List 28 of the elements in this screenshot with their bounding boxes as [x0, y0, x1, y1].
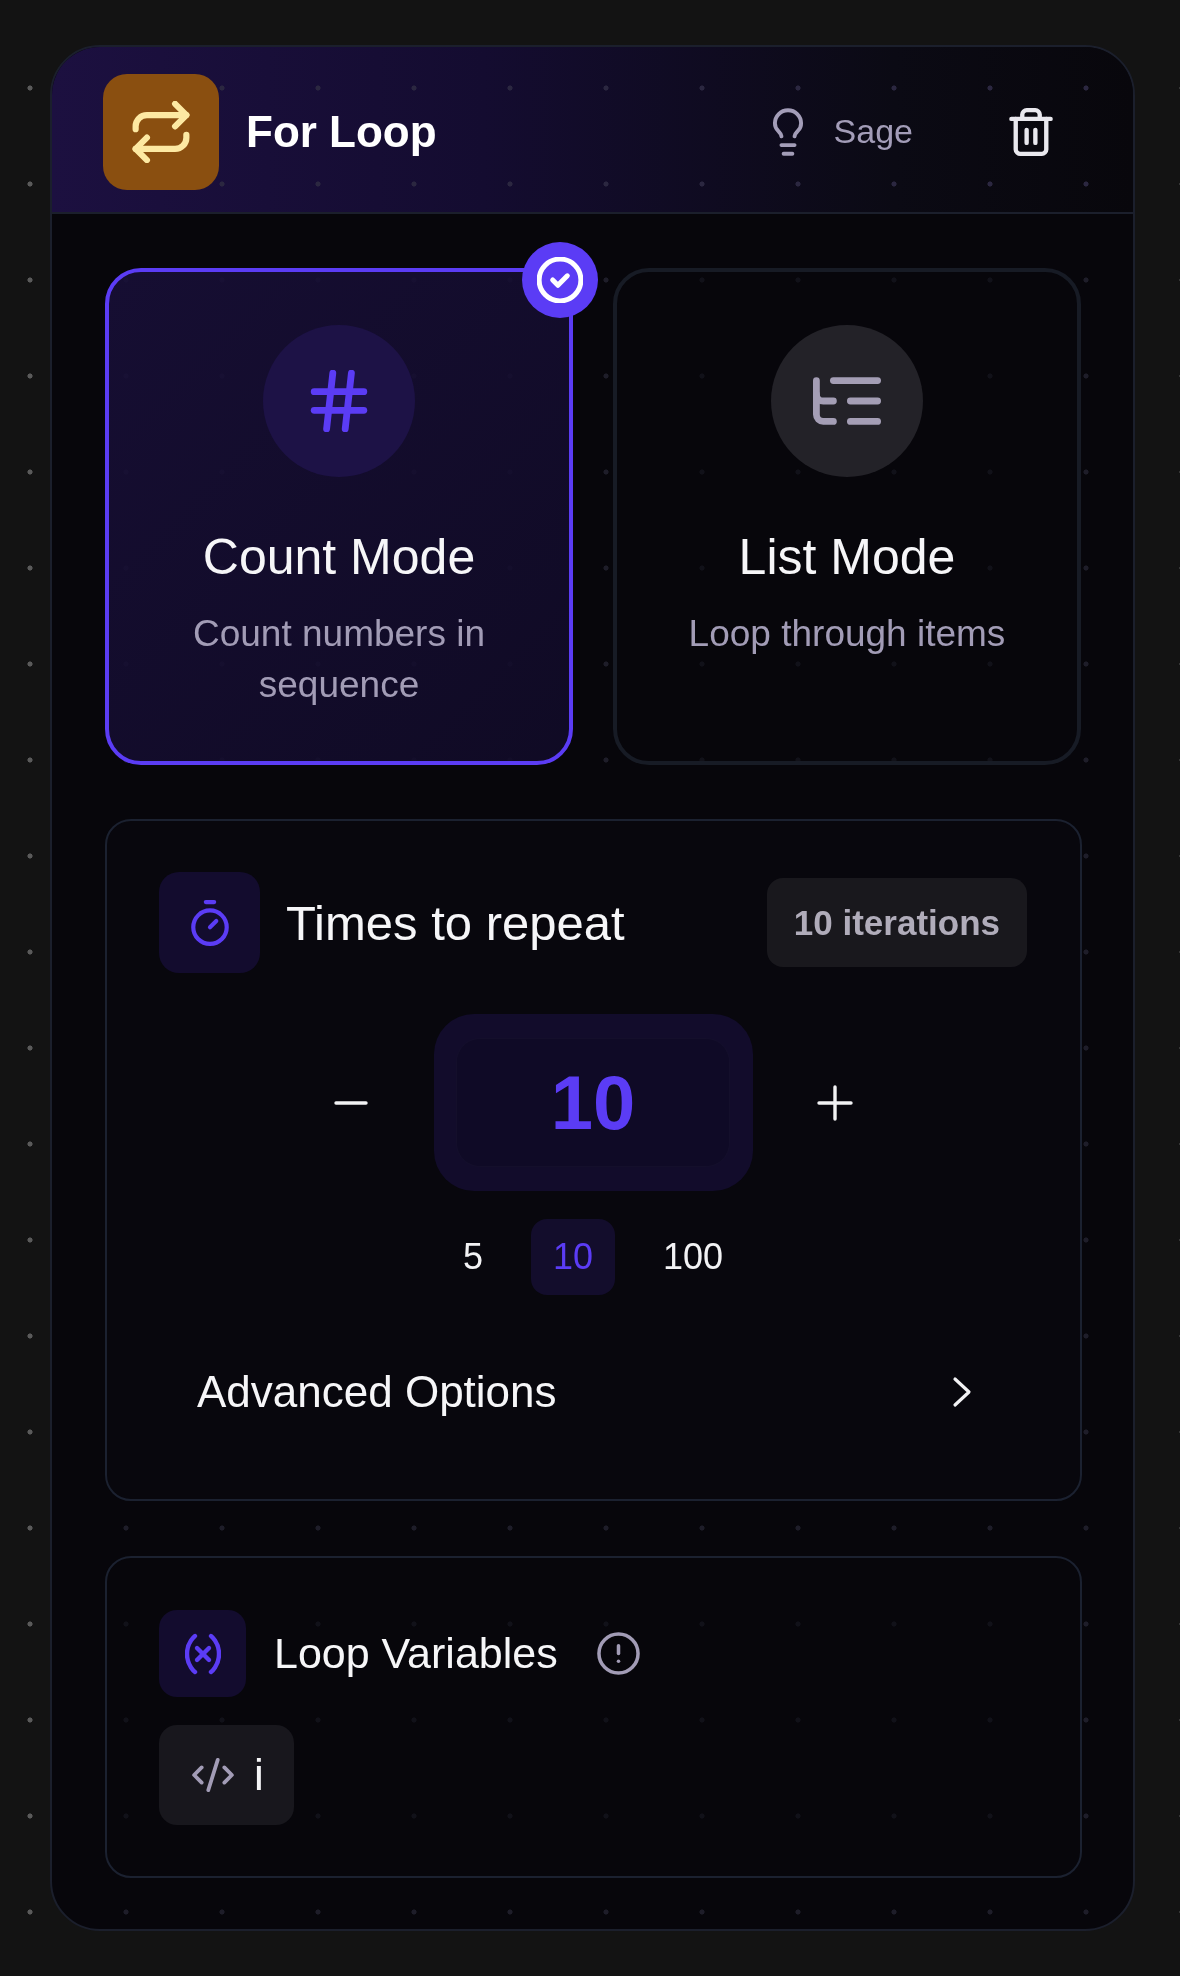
preset-option[interactable]: 100: [641, 1219, 746, 1295]
advanced-options-toggle[interactable]: Advanced Options: [159, 1352, 1027, 1432]
preset-option[interactable]: 5: [440, 1219, 505, 1295]
assistant-button[interactable]: Sage: [771, 107, 913, 156]
repeat-icon: [103, 73, 219, 190]
section-title: Loop Variables: [274, 1629, 558, 1678]
stopwatch-icon: [159, 872, 260, 973]
variable-icon: [159, 1610, 246, 1697]
variable-chip[interactable]: i: [159, 1725, 294, 1825]
delete-button[interactable]: [1009, 107, 1053, 156]
mode-title: Count Mode: [202, 528, 476, 587]
iteration-count-badge: 10 iterations: [766, 878, 1027, 967]
mode-description: Count numbers in sequence: [191, 612, 486, 707]
section-title: Times to repeat: [286, 894, 625, 951]
minus-icon: [333, 1100, 368, 1105]
plus-icon: [816, 1084, 853, 1121]
info-icon: [596, 1632, 640, 1675]
node-title: For Loop: [246, 106, 437, 157]
mode-description: Loop through items: [688, 612, 1006, 656]
increment-button[interactable]: [816, 1084, 853, 1121]
lightbulb-icon: [771, 107, 804, 156]
decrement-button[interactable]: [333, 1100, 368, 1105]
mode-card[interactable]: List Mode Loop through items: [613, 268, 1081, 765]
trash-icon: [1009, 107, 1053, 156]
code-icon: [192, 1758, 234, 1792]
chevron-icon: [952, 1376, 972, 1408]
mode-title: List Mode: [738, 528, 956, 587]
mode-card[interactable]: Count Mode Count numbers in sequence: [105, 268, 573, 765]
